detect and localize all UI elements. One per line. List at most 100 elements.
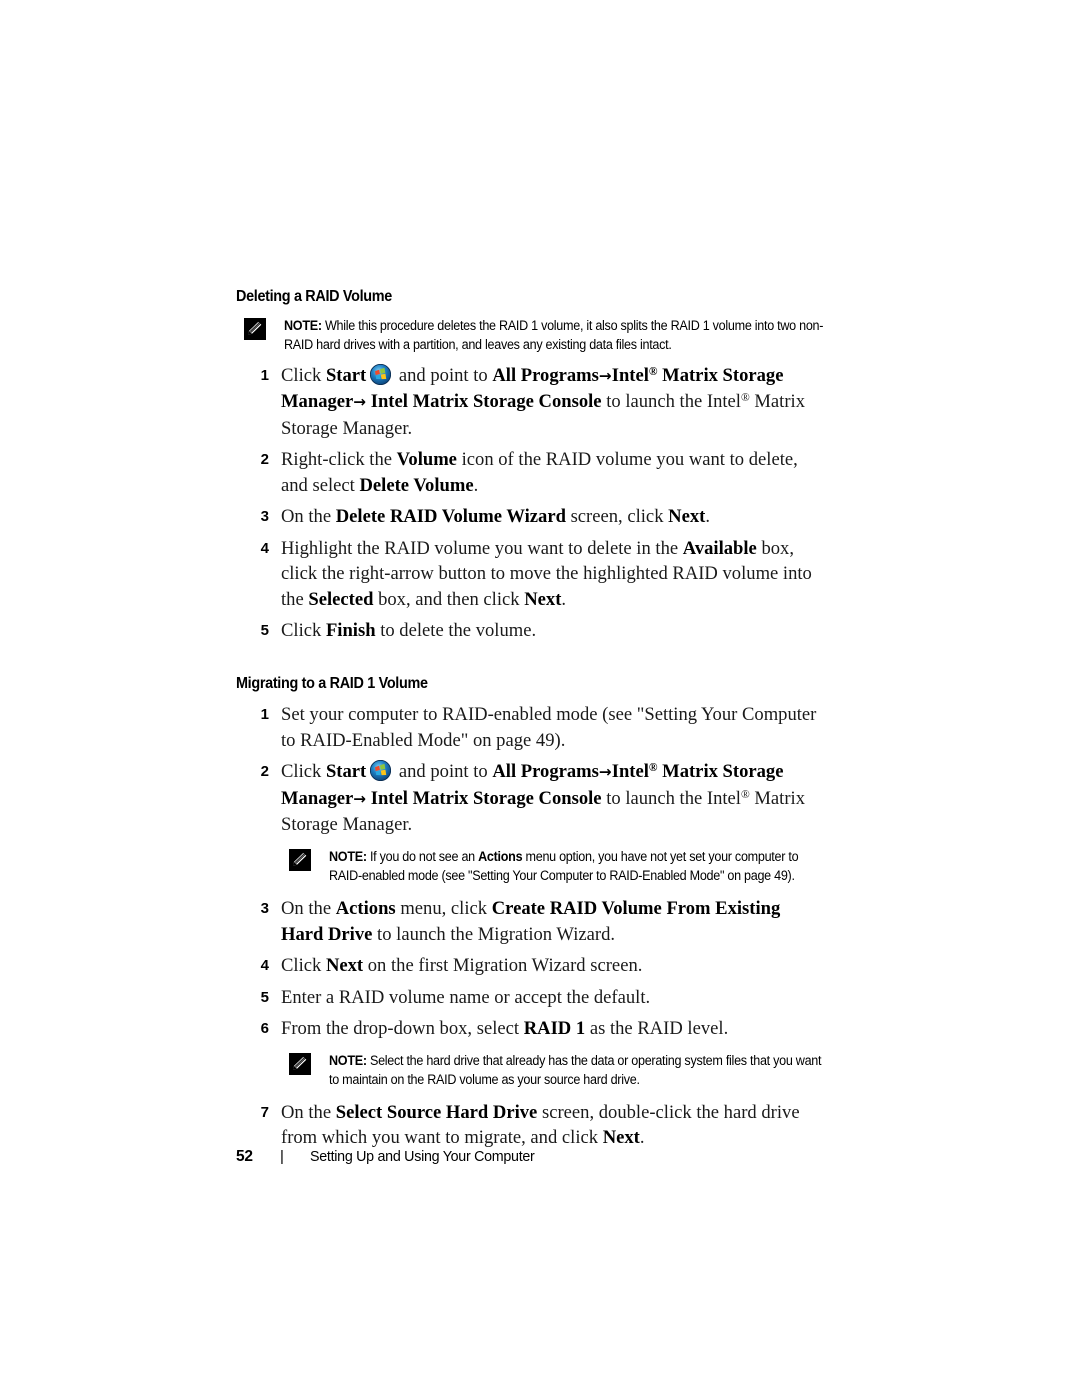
ui-label-volume: Volume: [396, 449, 457, 471]
footer-chapter-title: Setting Up and Using Your Computer: [310, 1148, 535, 1165]
note-pencil-icon: [289, 848, 311, 871]
windows-start-orb-icon: [370, 760, 392, 782]
note-block-source-hard-drive: NOTE: Select the hard drive that already…: [281, 1051, 826, 1090]
step-text: On the Actions menu, click Create RAID V…: [281, 896, 826, 947]
note-body-part: If you do not see an: [369, 848, 479, 864]
step-text-part: to launch the Migration Wizard.: [372, 923, 616, 945]
note-pencil-icon: [244, 317, 266, 340]
page-number: 52: [236, 1148, 253, 1165]
step-item: 5 Click Finish to delete the volume.: [236, 618, 826, 644]
step-text-part: screen, click: [565, 506, 669, 528]
step-text-part: to delete the volume.: [375, 620, 537, 642]
arrow-icon: →: [353, 393, 367, 412]
step-text-part: On the: [281, 1101, 336, 1123]
registered-mark: ®: [648, 762, 658, 775]
ui-label-imsc: Intel Matrix Storage Console: [366, 391, 602, 413]
ui-label-finish: Finish: [325, 620, 376, 642]
section-heading-migrating-raid1: Migrating to a RAID 1 Volume: [236, 674, 428, 692]
note-pencil-icon: [289, 1052, 311, 1075]
step-item: 4 Click Next on the first Migration Wiza…: [236, 953, 826, 979]
note-label: NOTE:: [329, 1052, 367, 1068]
steps-list-deleting-raid-volume: 1 Click Start and point to All Programs→…: [236, 363, 826, 644]
step-text: Set your computer to RAID-enabled mode (…: [281, 704, 817, 751]
step-number: 4: [260, 957, 269, 975]
registered-mark: ®: [648, 365, 658, 378]
ui-label-delete-raid-volume-wizard: Delete RAID Volume Wizard: [335, 506, 566, 528]
note-text: NOTE: Select the hard drive that already…: [329, 1051, 824, 1090]
step-text-part: Click: [281, 364, 326, 386]
step-item: 1 Set your computer to RAID-enabled mode…: [236, 702, 826, 753]
arrow-icon: →: [598, 763, 612, 782]
section-heading-deleting-raid-volume: Deleting a RAID Volume: [236, 288, 392, 305]
step-number: 5: [260, 622, 269, 640]
step-text: Click Finish to delete the volume.: [281, 618, 826, 644]
note-label: NOTE:: [284, 317, 322, 333]
step-number: 7: [260, 1103, 269, 1121]
registered-mark: ®: [740, 788, 750, 801]
ui-label-actions: Actions: [478, 848, 523, 864]
ui-label-next: Next: [668, 506, 706, 528]
step-number: 5: [260, 988, 269, 1006]
step-text-part: Click: [281, 955, 326, 977]
step-number: 3: [260, 508, 269, 526]
step-number: 6: [260, 1020, 269, 1038]
step-item: 6 From the drop-down box, select RAID 1 …: [236, 1016, 826, 1090]
ui-label-selected: Selected: [308, 588, 374, 610]
note-text: NOTE: If you do not see an Actions menu …: [329, 847, 824, 886]
step-item: 1 Click Start and point to All Programs→…: [236, 363, 826, 442]
ui-label-delete-volume: Delete Volume: [359, 474, 474, 496]
note-text: NOTE: While this procedure deletes the R…: [284, 316, 824, 355]
step-text-part: Right-click the: [281, 449, 397, 471]
footer-separator: |: [280, 1148, 284, 1165]
ui-label-next: Next: [602, 1127, 640, 1149]
step-text-part: From the drop-down box, select: [281, 1018, 524, 1040]
step-text: Click Start and point to All Programs→In…: [281, 363, 826, 442]
step-item: 2 Click Start and point to All Programs→…: [236, 759, 826, 886]
note-body: While this procedure deletes the RAID 1 …: [284, 317, 824, 353]
step-text: Enter a RAID volume name or accept the d…: [281, 986, 651, 1008]
step-text-part: .: [639, 1127, 645, 1149]
ui-label-next: Next: [325, 955, 364, 977]
steps-list-migrating-raid1: 1 Set your computer to RAID-enabled mode…: [236, 702, 826, 1150]
step-number: 1: [260, 366, 269, 384]
step-text-part: On the: [281, 898, 336, 920]
step-text-part: to launch the Intel: [601, 391, 741, 413]
step-text: Click Next on the first Migration Wizard…: [281, 953, 826, 979]
step-text-part: Highlight the RAID volume you want to de…: [281, 537, 683, 559]
step-text-part: to launch the Intel: [601, 787, 741, 809]
step-text: Click Start and point to All Programs→In…: [281, 759, 826, 838]
ui-label-start: Start: [325, 364, 367, 386]
ui-label-available: Available: [682, 537, 757, 559]
arrow-icon: →: [598, 366, 612, 385]
step-number: 2: [260, 763, 269, 781]
manual-page: Deleting a RAID Volume NOTE: While this …: [0, 0, 1080, 1397]
step-number: 2: [260, 451, 269, 469]
step-text-part: Click: [281, 761, 326, 783]
step-text-part: .: [473, 474, 479, 496]
step-text-part: menu, click: [395, 898, 492, 920]
registered-mark: ®: [740, 392, 750, 405]
step-number: 3: [260, 900, 269, 918]
step-item: 4 Highlight the RAID volume you want to …: [236, 536, 826, 613]
step-text: On the Select Source Hard Drive screen, …: [281, 1100, 826, 1151]
ui-label-start: Start: [325, 761, 367, 783]
step-text-part: and point to: [394, 364, 493, 386]
step-text-part: box, and then click: [373, 588, 525, 610]
step-text-part: and point to: [394, 761, 493, 783]
step-text: Right-click the Volume icon of the RAID …: [281, 447, 826, 498]
ui-label-intel: Intel: [611, 364, 649, 386]
step-item: 7 On the Select Source Hard Drive screen…: [236, 1100, 826, 1151]
step-item: 3 On the Actions menu, click Create RAID…: [236, 896, 826, 947]
step-number: 4: [260, 539, 269, 557]
note-block-actions-menu: NOTE: If you do not see an Actions menu …: [281, 847, 826, 886]
note-label: NOTE:: [329, 848, 367, 864]
ui-label-imsc: Intel Matrix Storage Console: [366, 787, 602, 809]
note-block-delete-raid: NOTE: While this procedure deletes the R…: [236, 316, 826, 355]
ui-label-intel: Intel: [611, 761, 649, 783]
step-text-part: On the: [281, 506, 336, 528]
ui-label-next: Next: [524, 588, 562, 610]
step-text: Highlight the RAID volume you want to de…: [281, 536, 826, 613]
ui-label-select-source-hard-drive: Select Source Hard Drive: [335, 1101, 538, 1123]
step-item: 3 On the Delete RAID Volume Wizard scree…: [236, 504, 826, 530]
note-body: Select the hard drive that already has t…: [329, 1052, 822, 1088]
